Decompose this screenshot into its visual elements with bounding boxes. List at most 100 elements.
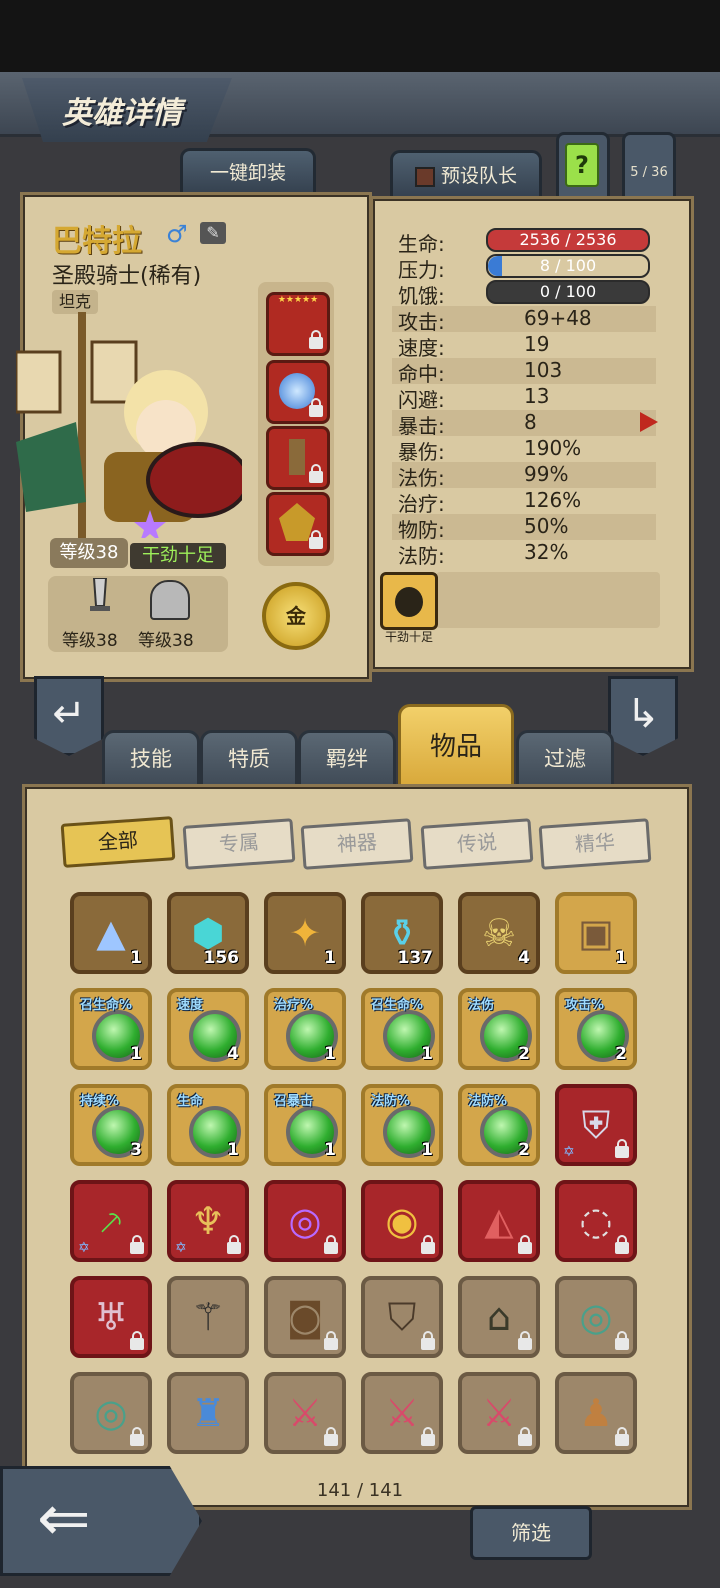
item-gem[interactable]: 治疗% 1 [264, 988, 346, 1070]
stat-row-accuracy: 命中: 103 [392, 358, 656, 386]
lock-icon [227, 1235, 241, 1254]
filter-artifact[interactable]: 神器 [300, 818, 414, 870]
stat-row-dodge: 闪避: 13 [398, 384, 550, 412]
preset-captain-label: 预设队长 [440, 165, 517, 187]
hunger-bar: 0 / 100 [486, 280, 650, 304]
back-button[interactable]: ⇐ [0, 1466, 202, 1576]
star-of-david-icon: ✡ [175, 1240, 187, 1256]
filter-button[interactable]: 筛选 [470, 1506, 592, 1560]
weapon-icon[interactable] [84, 577, 114, 618]
tab-traits[interactable]: 特质 [200, 730, 298, 787]
status-bar [0, 0, 720, 72]
item-staff[interactable]: ⚚ [167, 1276, 249, 1358]
next-hero-button[interactable]: ↳ [608, 676, 678, 756]
lock-icon [421, 1427, 435, 1446]
item-gem[interactable]: 生命 1 [167, 1084, 249, 1166]
helm-icon: ♜ [190, 1391, 226, 1435]
item-chest[interactable]: ▣ 1 [555, 892, 637, 974]
filter-all[interactable]: 全部 [60, 816, 176, 868]
helmet-icon[interactable] [150, 580, 190, 620]
stat-list: 攻击: 69+48 速度: 19 命中: 103 闪避: 13 暴击: 8 暴伤: 190%… [392, 306, 656, 568]
stat-row-crit-damage: 暴伤: 190% [398, 436, 582, 464]
item-gem[interactable]: 持续% 3 [70, 1084, 152, 1166]
role-badge: 坦克 [52, 290, 98, 314]
tab-bonds[interactable]: 羁绊 [298, 730, 396, 787]
weapon-level: 等级38 [62, 631, 118, 651]
item-winged-helm[interactable]: ♆ ✡ [167, 1180, 249, 1262]
team-count[interactable]: 5 / 36 [622, 132, 676, 204]
hero-class: 圣殿骑士(稀有) [52, 264, 202, 289]
preset-captain-button[interactable]: 预设队长 [390, 150, 542, 199]
lock-icon [324, 1427, 338, 1446]
equip-slot-orb[interactable] [266, 360, 330, 424]
help-button[interactable]: ? [556, 132, 610, 204]
filter-essence[interactable]: 精华 [538, 818, 652, 870]
item-chalice[interactable]: ♅ [70, 1276, 152, 1358]
lock-icon [130, 1331, 144, 1350]
trait-icon[interactable] [380, 572, 438, 630]
hero-name: 巴特拉 [52, 224, 142, 259]
filter-legendary[interactable]: 传说 [420, 818, 534, 870]
preset-captain-checkbox[interactable] [414, 166, 435, 187]
stat-row-crit: 暴击: 8 [392, 410, 656, 438]
item-silver-ring[interactable]: ◌ [555, 1180, 637, 1262]
lock-icon [518, 1235, 532, 1254]
item-red-cape[interactable]: ◭ [458, 1180, 540, 1262]
item-belt-pouch[interactable]: ◙ [264, 1276, 346, 1358]
gender-male-icon: ♂ [166, 220, 188, 248]
equip-slot-trinket[interactable] [266, 492, 330, 556]
tab-filter[interactable]: 过滤 [516, 730, 614, 787]
expand-stats-arrow-icon[interactable] [640, 412, 658, 432]
stat-row-healing: 治疗: 126% [398, 488, 582, 516]
item-gem[interactable]: 法防% 2 [458, 1084, 540, 1166]
mood-status: 干劲十足 [130, 543, 226, 569]
hunger-label: 饥饿: [398, 284, 445, 308]
item-wooden-shield[interactable]: ⛉ [361, 1276, 443, 1358]
item-rune-stone[interactable]: ⬢ 156 [167, 892, 249, 974]
tab-skills[interactable]: 技能 [102, 730, 200, 787]
health-bar: 2536 / 2536 [486, 228, 650, 252]
item-voodoo-doll[interactable]: ♟ [555, 1372, 637, 1454]
item-purple-ring[interactable]: ◎ [264, 1180, 346, 1262]
item-crystal-pile[interactable]: ▲ 1 [70, 892, 152, 974]
equip-slot-hammer[interactable] [266, 426, 330, 490]
item-feather[interactable]: ✦ 1 [264, 892, 346, 974]
item-gem[interactable]: 法伤 2 [458, 988, 540, 1070]
item-green-dagger[interactable]: ⸕ ✡ [70, 1180, 152, 1262]
equip-slot-armor[interactable]: ★★★★★ [266, 292, 330, 356]
tab-items[interactable]: 物品 [398, 704, 514, 787]
item-jade-ring[interactable]: ◎ [70, 1372, 152, 1454]
item-gem[interactable]: 召生命% 1 [70, 988, 152, 1070]
page-title: 英雄详情 [62, 96, 182, 131]
star-of-david-icon: ✡ [563, 1144, 575, 1160]
hammer-icon [289, 439, 305, 475]
item-gem[interactable]: 召生命% 1 [361, 988, 443, 1070]
prev-hero-button[interactable]: ↵ [34, 676, 104, 756]
unequip-all-button[interactable]: 一键卸装 [180, 148, 316, 195]
staff-icon: ⚚ [190, 1295, 226, 1339]
item-jade-ring[interactable]: ◎ [555, 1276, 637, 1358]
item-gem[interactable]: 攻击% 2 [555, 988, 637, 1070]
item-red-axe[interactable]: ⚔ [264, 1372, 346, 1454]
lock-icon [130, 1427, 144, 1446]
item-gold-ring[interactable]: ◉ [361, 1180, 443, 1262]
hero-portrait[interactable] [14, 312, 250, 542]
rename-icon[interactable]: ✎ [200, 222, 226, 244]
inventory-count: 141 / 141 [316, 1480, 404, 1501]
lock-icon [518, 1331, 532, 1350]
item-laurel-shield[interactable]: ⛨ ✡ [555, 1084, 637, 1166]
item-red-axe[interactable]: ⚔ [361, 1372, 443, 1454]
stress-bar: 8 / 100 [486, 254, 650, 278]
item-hood[interactable]: ⌂ [458, 1276, 540, 1358]
filter-exclusive[interactable]: 专属 [182, 818, 296, 870]
item-skull-hood[interactable]: ☠ 4 [458, 892, 540, 974]
item-potion[interactable]: ⚱ 137 [361, 892, 443, 974]
gold-badge[interactable]: 金 [262, 582, 330, 650]
item-gem[interactable]: 法防% 1 [361, 1084, 443, 1166]
trait-slot-area [436, 572, 660, 628]
item-red-axe[interactable]: ⚔ [458, 1372, 540, 1454]
lock-icon [421, 1331, 435, 1350]
item-gem[interactable]: 速度 4 [167, 988, 249, 1070]
item-gem[interactable]: 召暴击 1 [264, 1084, 346, 1166]
item-blue-helm[interactable]: ♜ [167, 1372, 249, 1454]
